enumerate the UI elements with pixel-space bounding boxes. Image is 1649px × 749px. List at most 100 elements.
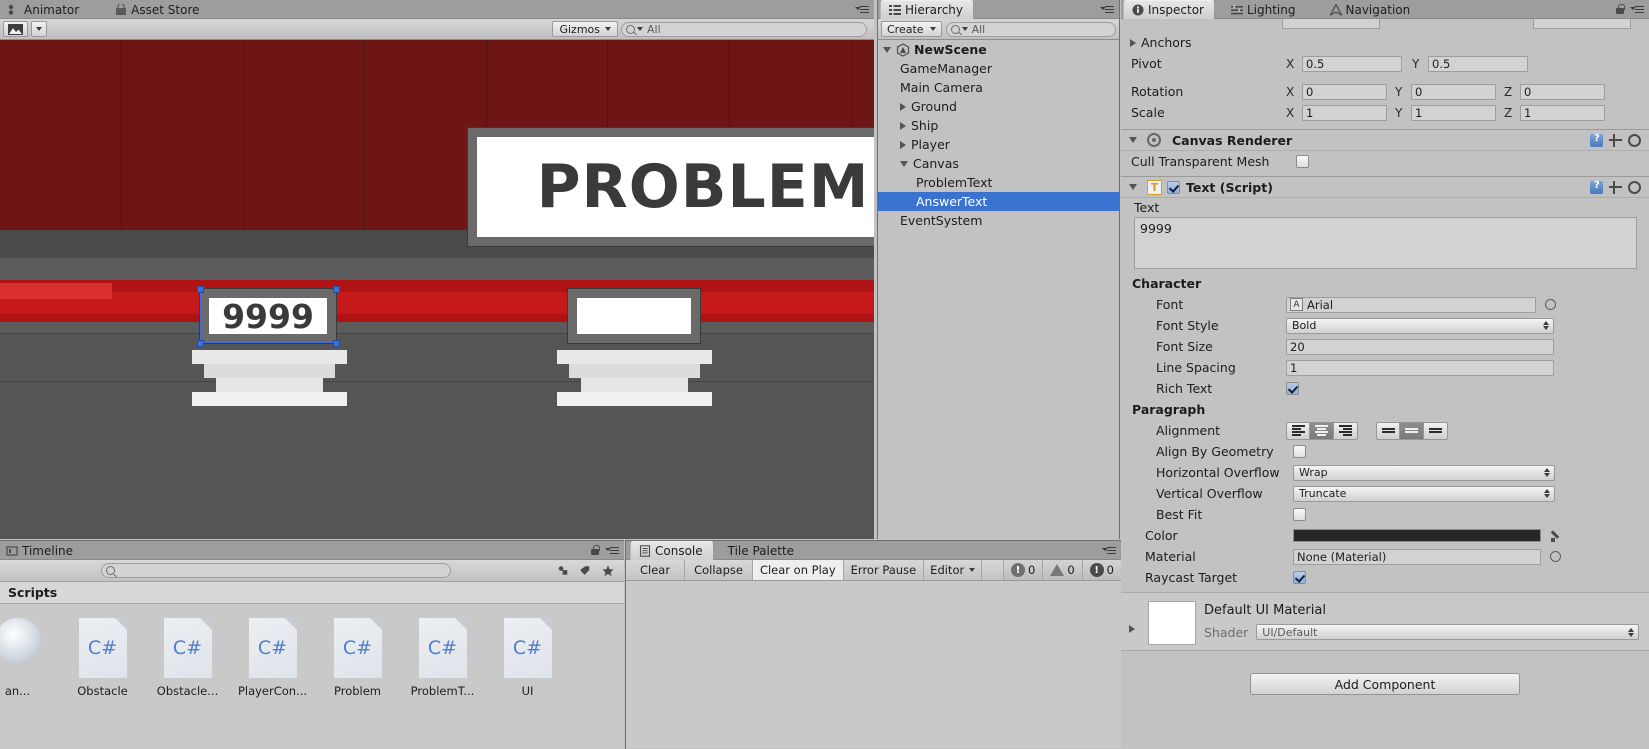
rich-text-checkbox[interactable]: [1286, 382, 1299, 395]
chevron-right-icon[interactable]: [900, 140, 906, 149]
align-right-button[interactable]: [1334, 421, 1358, 440]
gear-icon[interactable]: [1628, 133, 1641, 147]
font-size-field[interactable]: 20: [1286, 338, 1554, 355]
hierarchy-item-answertext[interactable]: AnswerText: [878, 192, 1119, 211]
text-value-textarea[interactable]: 9999: [1134, 217, 1637, 269]
tab-navigation[interactable]: Navigation: [1322, 0, 1421, 19]
tab-inspector[interactable]: Inspector: [1123, 0, 1215, 19]
align-middle-button[interactable]: [1400, 421, 1424, 440]
rotation-x-field[interactable]: 0: [1302, 83, 1387, 100]
rotation-z-field[interactable]: 0: [1520, 83, 1605, 100]
hierarchy-item-main-camera[interactable]: Main Camera: [878, 78, 1119, 97]
preset-icon[interactable]: [1609, 133, 1622, 147]
scene-tab-menu-area[interactable]: [855, 0, 874, 18]
gizmos-button[interactable]: Gizmos: [552, 21, 618, 37]
view-mode-button[interactable]: [3, 21, 28, 37]
info-count[interactable]: ! 0: [1081, 560, 1121, 580]
vertical-overflow-dropdown[interactable]: Truncate: [1293, 485, 1555, 502]
help-icon[interactable]: [1590, 180, 1603, 194]
project-asset-item[interactable]: C# PlayerCon...: [238, 618, 307, 698]
favorites-button[interactable]: [596, 563, 620, 579]
align-center-button[interactable]: [1310, 421, 1334, 440]
console-menu-area[interactable]: [1102, 541, 1121, 559]
align-bottom-button[interactable]: [1424, 421, 1448, 440]
color-swatch[interactable]: [1293, 529, 1541, 542]
cull-transparent-mesh-checkbox[interactable]: [1296, 155, 1309, 168]
chevron-right-icon[interactable]: [900, 102, 906, 111]
create-button[interactable]: Create: [881, 21, 942, 37]
panel-menu-icon[interactable]: [855, 4, 869, 15]
hierarchy-item-newscene[interactable]: NewScene: [878, 40, 1119, 59]
font-style-dropdown[interactable]: Bold: [1286, 317, 1554, 334]
line-spacing-field[interactable]: 1: [1286, 359, 1554, 376]
chevron-down-icon[interactable]: [883, 46, 891, 53]
problem-text-board[interactable]: PROBLEM: [468, 128, 874, 246]
raycast-target-checkbox[interactable]: [1293, 571, 1306, 584]
vertical-alignment-group[interactable]: [1376, 421, 1448, 440]
scale-x-field[interactable]: 1: [1302, 104, 1387, 121]
scale-z-field[interactable]: 1: [1520, 104, 1605, 121]
text-script-enabled-checkbox[interactable]: [1167, 180, 1180, 194]
project-asset-grid[interactable]: an... C# Obstacle C# Obstacle... C# PlayerCon.…: [0, 604, 624, 749]
clear-button[interactable]: Clear: [626, 560, 686, 580]
chevron-right-icon[interactable]: [1130, 38, 1136, 47]
tab-console[interactable]: Console: [630, 541, 714, 560]
pivot-y-field[interactable]: 0.5: [1428, 55, 1528, 72]
chevron-down-icon[interactable]: [1129, 137, 1137, 143]
editor-dropdown[interactable]: Editor: [924, 560, 983, 580]
warning-count[interactable]: 0: [1042, 560, 1081, 580]
view-mode-dropdown[interactable]: [31, 21, 47, 37]
clear-on-play-button[interactable]: Clear on Play: [752, 560, 844, 580]
hierarchy-item-problemtext[interactable]: ProblemText: [878, 173, 1119, 192]
eyedropper-icon[interactable]: [1550, 529, 1563, 543]
canvas-renderer-header[interactable]: Canvas Renderer: [1121, 129, 1649, 151]
project-asset-item[interactable]: C# UI: [494, 618, 561, 698]
project-asset-item[interactable]: an...: [0, 618, 51, 698]
text-script-header[interactable]: T Text (Script): [1121, 176, 1649, 198]
shader-dropdown[interactable]: UI/Default: [1256, 624, 1639, 640]
hierarchy-search-input[interactable]: All: [945, 21, 1116, 37]
hierarchy-item-canvas[interactable]: Canvas: [878, 154, 1119, 173]
scale-y-field[interactable]: 1: [1411, 104, 1496, 121]
project-search-input[interactable]: [101, 563, 451, 578]
material-object-picker[interactable]: [1550, 551, 1561, 562]
scene-search-input[interactable]: All: [621, 21, 867, 37]
chevron-down-icon[interactable]: [900, 160, 908, 167]
panel-menu-icon[interactable]: [1102, 545, 1116, 556]
hierarchy-menu-area[interactable]: [1100, 0, 1119, 18]
project-asset-item[interactable]: C# Obstacle: [69, 618, 136, 698]
error-pause-button[interactable]: Error Pause: [843, 560, 925, 580]
chevron-right-icon[interactable]: [900, 121, 906, 130]
panel-menu-icon[interactable]: [1100, 4, 1114, 15]
project-asset-item[interactable]: C# Problem: [324, 618, 391, 698]
error-count[interactable]: ! 0: [1003, 560, 1042, 580]
tab-tile-palette[interactable]: Tile Palette: [720, 541, 804, 560]
anchor-min-field[interactable]: [1282, 19, 1380, 29]
panel-menu-icon[interactable]: [605, 545, 619, 556]
rotation-y-field[interactable]: 0: [1411, 83, 1496, 100]
add-component-button[interactable]: Add Component: [1250, 673, 1520, 695]
lock-icon[interactable]: [1615, 3, 1625, 15]
console-message-list[interactable]: [626, 581, 1121, 748]
answer-text-board-secondary[interactable]: [568, 289, 700, 343]
chevron-right-icon[interactable]: [1129, 625, 1135, 633]
panel-menu-icon[interactable]: [1630, 4, 1644, 15]
tab-asset-store[interactable]: Asset Store: [107, 0, 209, 19]
align-by-geometry-checkbox[interactable]: [1293, 445, 1306, 458]
hierarchy-tree[interactable]: NewScene GameManager Main Camera Ground Ship…: [878, 40, 1119, 230]
chevron-down-icon[interactable]: [1129, 184, 1137, 190]
horizontal-overflow-dropdown[interactable]: Wrap: [1293, 464, 1555, 481]
tab-timeline[interactable]: Timeline: [0, 541, 83, 560]
align-top-button[interactable]: [1376, 421, 1400, 440]
hierarchy-item-eventsystem[interactable]: EventSystem: [878, 211, 1119, 230]
project-asset-item[interactable]: C# Obstacle...: [154, 618, 221, 698]
material-field[interactable]: None (Material): [1293, 548, 1541, 565]
hierarchy-item-ship[interactable]: Ship: [878, 116, 1119, 135]
tab-hierarchy[interactable]: Hierarchy: [880, 0, 975, 19]
project-menu-area[interactable]: [590, 541, 624, 559]
scene-viewport[interactable]: PROBLEM 9999: [0, 40, 874, 539]
tab-animator[interactable]: Animator: [0, 0, 89, 19]
filter-by-label-button[interactable]: [574, 563, 596, 579]
hierarchy-item-ground[interactable]: Ground: [878, 97, 1119, 116]
align-left-button[interactable]: [1286, 421, 1310, 440]
